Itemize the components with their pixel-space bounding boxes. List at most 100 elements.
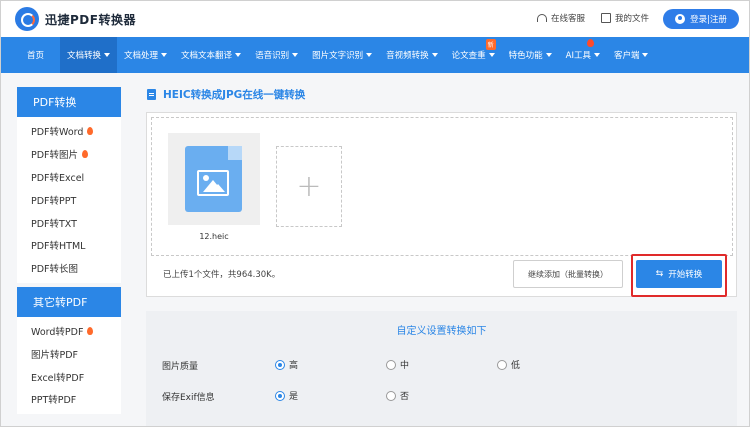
option-label: 否 [400,392,410,402]
sidebar-item-pdf-to-word[interactable]: PDF转Word [17,120,121,143]
sidebar-item-excel-to-pdf[interactable]: Excel转PDF [17,365,121,388]
flame-icon [87,326,94,335]
nav-av-convert[interactable]: 音视频转换 [379,37,445,73]
chevron-down-icon [235,53,242,57]
chevron-down-icon [104,53,111,57]
file-thumbnail[interactable] [168,133,260,225]
chevron-down-icon [593,53,600,57]
settings-title: 自定义设置转换如下 [396,326,487,337]
nav-translate-label: 文档文本翻译 [181,51,233,61]
nav-translate[interactable]: 文档文本翻译 [174,37,248,73]
nav-ocr[interactable]: 图片文字识别 [305,37,379,73]
sidebar-item-label: PDF转Word [31,127,84,139]
add-file-button[interactable]: + [276,146,342,227]
online-service-link[interactable]: 在线客服 [537,12,585,24]
sidebar-item-pdf-to-html[interactable]: PDF转HTML [17,234,121,257]
nav-home[interactable]: 首页 [1,37,60,73]
nav-doc-convert[interactable]: 文档转换 [60,37,118,73]
quality-option-medium[interactable]: 中 [386,358,409,371]
sidebar-item-pdf-to-ppt[interactable]: PDF转PPT [17,188,121,211]
sidebar-section-to-pdf: 其它转PDF [17,286,121,317]
exif-option-no[interactable]: 否 [386,389,409,402]
option-label: 低 [511,361,521,371]
flame-icon [87,127,94,136]
page-title-text: HEIC转换成JPG在线一键转换 [163,89,306,101]
exif-label: 保存Exif信息 [162,393,215,403]
radio-icon [386,359,396,370]
drop-zone[interactable]: 12.heic + [151,117,733,256]
sidebar-item-image-to-pdf[interactable]: 图片转PDF [17,342,121,365]
continue-add-button[interactable]: 继续添加（批量转换） [513,260,623,288]
sidebar-item-label: PDF转HTML [31,241,86,253]
nav-doc-process[interactable]: 文档处理 [117,37,174,73]
nav-av-convert-label: 音视频转换 [386,51,429,61]
my-files-label: 我的文件 [615,14,650,24]
sidebar-item-label: 图片转PDF [31,349,79,361]
sidebar-item-label: Excel转PDF [31,372,85,384]
start-convert-button[interactable]: ⇆ 开始转换 [636,260,722,288]
quality-option-low[interactable]: 低 [497,358,520,371]
sidebar-item-label: PDF转TXT [31,218,77,230]
nav-speech-label: 语音识别 [255,51,290,61]
page-title: HEIC转换成JPG在线一键转换 [147,87,305,102]
page-frame: 迅捷PDF转换器 在线客服 我的文件 登录|注册 首页 文档转换 文档处理 文档… [0,0,750,427]
logo-text: 迅捷PDF转换器 [45,12,136,27]
exif-option-yes[interactable]: 是 [275,389,298,402]
user-icon [675,14,686,24]
quality-option-high[interactable]: 高 [275,358,298,371]
login-label: 登录|注册 [690,15,727,25]
logo[interactable]: 迅捷PDF转换器 [15,7,136,31]
nav-ocr-label: 图片文字识别 [312,51,364,61]
sidebar-item-pdf-to-excel[interactable]: PDF转Excel [17,166,121,189]
chevron-down-icon [292,53,299,57]
radio-checked-icon [275,390,285,401]
sidebar-item-label: PDF转Excel [31,172,85,184]
radio-checked-icon [275,359,285,370]
file-name: 12.heic [199,232,229,241]
nav-ai-tools-label: AI工具 [565,51,591,61]
sidebar-item-word-to-pdf[interactable]: Word转PDF [17,320,121,343]
nav-home-label: 首页 [27,51,45,61]
sidebar-item-label: PDF转图片 [31,150,79,162]
nav-client[interactable]: 客户端 [607,37,656,73]
sidebar-item-pdf-to-txt[interactable]: PDF转TXT [17,211,121,234]
nav-speech[interactable]: 语音识别 [248,37,305,73]
sidebar: PDF转换 PDF转Word PDF转图片 PDF转Excel PDF转PPT … [17,87,121,414]
nav-plagiarism[interactable]: 新论文查重 [445,37,502,73]
file-icon [601,13,611,23]
nav-plagiarism-label: 论文查重 [451,51,486,61]
sidebar-item-pdf-to-image[interactable]: PDF转图片 [17,143,121,166]
quality-label: 图片质量 [162,362,199,372]
option-label: 高 [289,361,299,371]
plus-icon: + [296,169,322,204]
top-header: 迅捷PDF转换器 在线客服 我的文件 登录|注册 [1,1,749,37]
sidebar-item-label: Word转PDF [31,326,84,338]
nav-doc-process-label: 文档处理 [124,51,159,61]
online-service-label: 在线客服 [551,14,586,24]
option-label: 是 [289,392,299,402]
my-files-link[interactable]: 我的文件 [601,12,649,24]
settings-panel: 自定义设置转换如下 图片质量 高 中 低 保存Exif信息 是 否 [146,311,737,426]
sidebar-list-pdf-convert: PDF转Word PDF转图片 PDF转Excel PDF转PPT PDF转TX… [17,117,121,283]
option-label: 中 [400,361,410,371]
chevron-down-icon [642,53,649,57]
sidebar-item-pdf-to-long-image[interactable]: PDF转长图 [17,257,121,280]
upload-panel: 12.heic + 已上传1个文件，共964.30K。 继续添加（批量转换） ⇆… [146,112,737,297]
nav-ai-tools[interactable]: AI工具 [559,37,607,73]
sidebar-item-ppt-to-pdf[interactable]: PPT转PDF [17,388,121,411]
main-nav: 首页 文档转换 文档处理 文档文本翻译 语音识别 图片文字识别 音视频转换 新论… [1,37,749,73]
nav-features[interactable]: 特色功能 [502,37,559,73]
nav-doc-convert-label: 文档转换 [67,51,102,61]
login-register-button[interactable]: 登录|注册 [663,9,739,29]
document-icon [147,89,156,100]
headset-icon [537,14,547,22]
flame-icon [82,150,89,159]
swap-icon: ⇆ [655,269,664,279]
sidebar-item-label: PPT转PDF [31,395,77,407]
nav-features-label: 特色功能 [508,51,543,61]
new-badge: 新 [485,39,496,50]
chevron-down-icon [431,53,438,57]
sidebar-section-pdf-convert: PDF转换 [17,87,121,117]
start-convert-label: 开始转换 [668,270,703,280]
nav-client-label: 客户端 [613,51,640,61]
